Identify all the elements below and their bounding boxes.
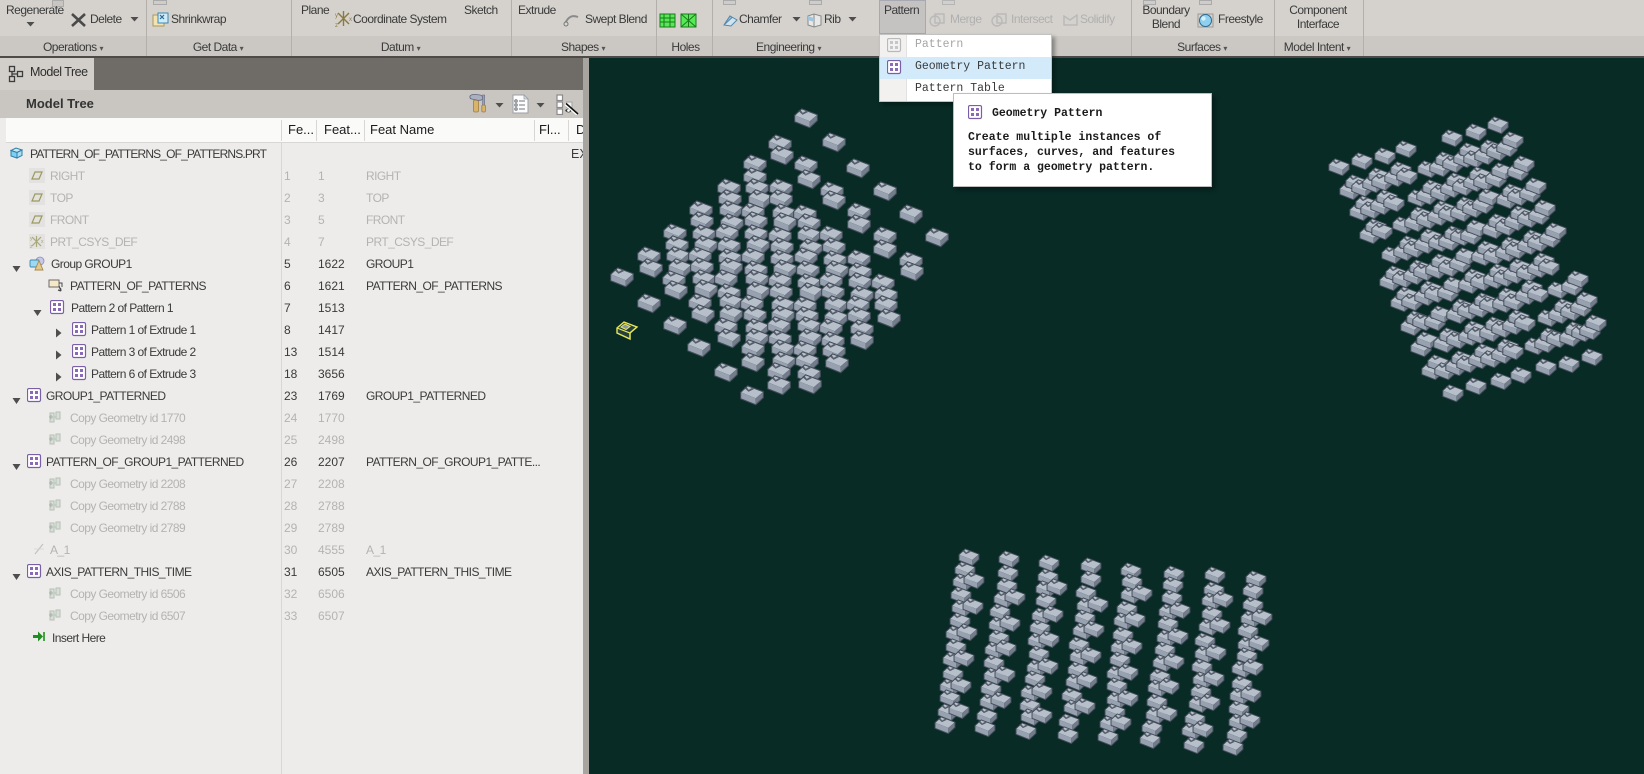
- svg-text:y: y: [335, 13, 338, 19]
- svg-text:x: x: [349, 17, 352, 23]
- svg-text:z: z: [335, 23, 338, 28]
